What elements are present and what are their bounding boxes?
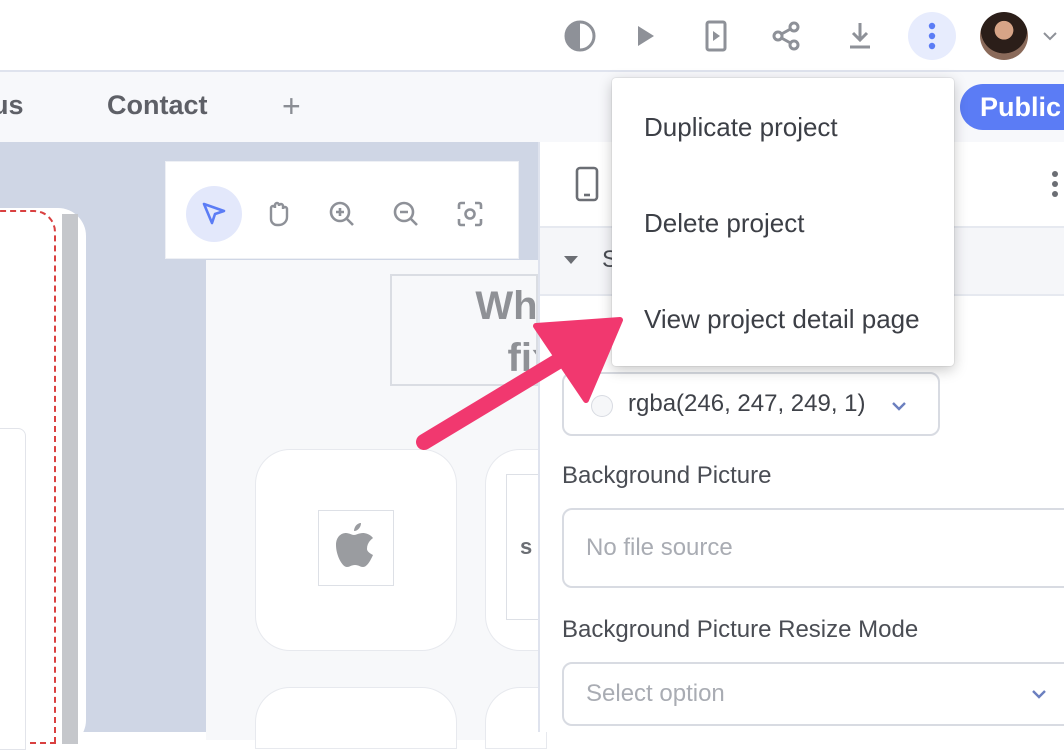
chevron-down-icon[interactable]	[1040, 26, 1060, 46]
avatar[interactable]	[980, 12, 1028, 60]
app-card[interactable]	[256, 688, 456, 748]
tab-contact[interactable]: Contact	[107, 90, 208, 121]
download-icon[interactable]	[840, 16, 880, 56]
mobile-preview-icon[interactable]	[696, 16, 736, 56]
background-picture-label: Background Picture	[562, 462, 772, 489]
mobile-device-icon[interactable]	[572, 166, 602, 202]
more-vertical-icon[interactable]	[908, 12, 956, 60]
caret-down-icon[interactable]	[562, 252, 580, 268]
menu-item-delete-project[interactable]: Delete project	[612, 178, 954, 268]
tab-page[interactable]: us	[0, 90, 24, 121]
apple-logo-icon	[318, 510, 394, 586]
annotation-arrow	[416, 317, 623, 450]
play-icon[interactable]	[624, 16, 664, 56]
resize-mode-label: Background Picture Resize Mode	[562, 616, 919, 643]
color-value: rgba(246, 247, 249, 1)	[628, 390, 866, 417]
chevron-down-icon[interactable]	[1028, 684, 1050, 704]
app-card[interactable]	[486, 688, 546, 748]
zoom-out-icon[interactable]	[378, 186, 434, 242]
panel-more-icon[interactable]	[1046, 166, 1064, 202]
hand-icon[interactable]	[250, 186, 306, 242]
menu-item-view-project-detail[interactable]: View project detail page	[612, 274, 954, 364]
scroll-strip	[62, 214, 78, 744]
chevron-down-icon[interactable]	[888, 396, 910, 416]
app-card-text: s	[520, 534, 533, 559]
add-page-button[interactable]: +	[282, 88, 301, 125]
public-badge[interactable]: Public	[960, 84, 1064, 130]
focus-icon[interactable]	[442, 186, 498, 242]
screen-element[interactable]	[0, 428, 26, 750]
menu-item-duplicate-project[interactable]: Duplicate project	[612, 82, 954, 172]
select-icon[interactable]	[186, 186, 242, 242]
contrast-icon[interactable]	[560, 16, 600, 56]
zoom-in-icon[interactable]	[314, 186, 370, 242]
top-bar	[0, 0, 1064, 72]
background-picture-placeholder: No file source	[586, 534, 733, 561]
resize-mode-placeholder: Select option	[586, 680, 725, 707]
share-icon[interactable]	[766, 16, 806, 56]
